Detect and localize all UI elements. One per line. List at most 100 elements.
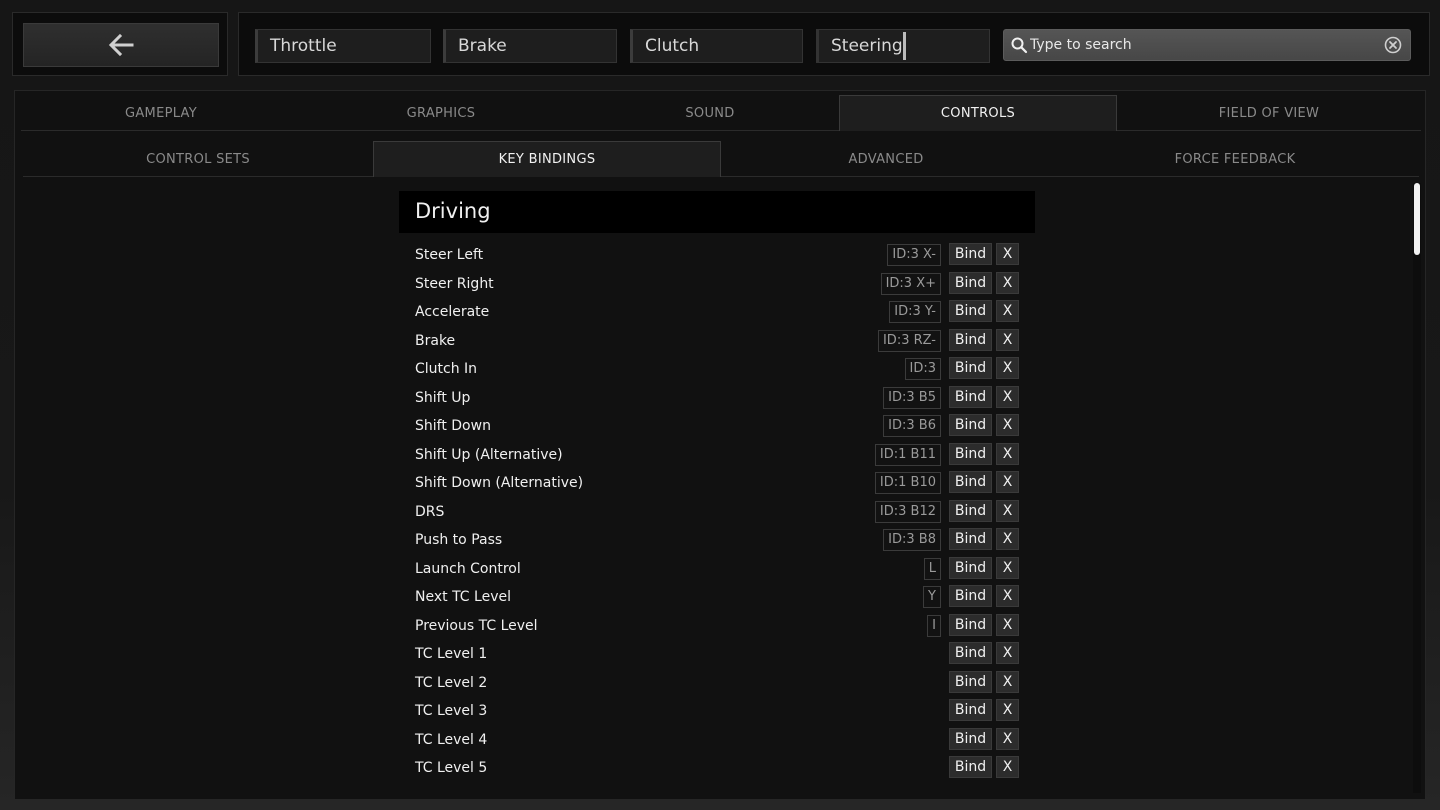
binding-row: Clutch In ID:3 Bind X <box>399 355 1035 384</box>
bind-button[interactable]: Bind <box>949 613 992 636</box>
back-button[interactable] <box>23 23 219 67</box>
bind-button[interactable]: Bind <box>949 328 992 351</box>
scroll-thumb[interactable] <box>1414 183 1420 255</box>
clear-binding-button[interactable]: X <box>996 756 1019 778</box>
arrow-left-icon <box>108 33 134 57</box>
subtab-key-bindings[interactable]: KEY BINDINGS <box>373 141 721 177</box>
binding-row: Previous TC Level I Bind X <box>399 612 1035 641</box>
binding-action-label: Accelerate <box>415 304 490 320</box>
tab-sound[interactable]: SOUND <box>581 95 839 131</box>
subtab-advanced[interactable]: ADVANCED <box>721 141 1051 177</box>
bind-button[interactable]: Bind <box>949 357 992 379</box>
binding-action-label: Launch Control <box>415 560 521 577</box>
tab-gameplay[interactable]: GAMEPLAY <box>21 95 301 131</box>
bind-button[interactable]: Bind <box>949 670 992 693</box>
bind-button[interactable]: Bind <box>949 499 992 522</box>
binding-row: TC Level 2 Bind X <box>399 669 1035 698</box>
binding-key-value: ID:3 X- <box>887 244 941 266</box>
binding-key-value: ID:3 Y- <box>889 301 941 323</box>
brake-meter: Brake <box>443 29 617 63</box>
clear-binding-button[interactable]: X <box>996 556 1019 579</box>
bind-button[interactable]: Bind <box>949 556 992 579</box>
binding-action-label: Steer Left <box>415 247 484 263</box>
scrollbar[interactable] <box>1413 183 1421 793</box>
bind-button[interactable]: Bind <box>949 442 992 465</box>
clear-binding-button[interactable]: X <box>996 243 1019 265</box>
sub-tabs: CONTROL SETS KEY BINDINGS ADVANCED FORCE… <box>23 141 1419 177</box>
clear-binding-button[interactable]: X <box>996 300 1019 322</box>
bind-button[interactable]: Bind <box>949 243 992 265</box>
clear-binding-button[interactable]: X <box>996 670 1019 693</box>
steering-label: Steering <box>831 36 903 56</box>
binding-key-value: ID:3 B6 <box>883 415 941 437</box>
binding-row: Shift Up (Alternative) ID:1 B11 Bind X <box>399 441 1035 470</box>
tab-controls[interactable]: CONTROLS <box>839 95 1117 131</box>
bind-button[interactable]: Bind <box>949 471 992 493</box>
clear-search-icon[interactable] <box>1384 36 1402 54</box>
binding-action-label: TC Level 3 <box>415 703 488 719</box>
clear-binding-button[interactable]: X <box>996 442 1019 465</box>
clear-binding-button[interactable]: X <box>996 727 1019 750</box>
clear-binding-button[interactable]: X <box>996 642 1019 664</box>
bind-button[interactable]: Bind <box>949 528 992 550</box>
binding-action-label: Clutch In <box>415 361 478 377</box>
bind-button[interactable]: Bind <box>949 585 992 607</box>
bind-button[interactable]: Bind <box>949 271 992 294</box>
binding-row: Shift Up ID:3 B5 Bind X <box>399 384 1035 413</box>
binding-key-value: ID:1 B10 <box>874 472 941 494</box>
clear-binding-button[interactable]: X <box>996 414 1019 436</box>
binding-key-value: ID:3 B12 <box>874 500 941 523</box>
clear-binding-button[interactable]: X <box>996 271 1019 294</box>
clear-binding-button[interactable]: X <box>996 471 1019 493</box>
subtab-control-sets[interactable]: CONTROL SETS <box>23 141 373 177</box>
top-bar: Throttle Brake Clutch Steering <box>12 12 1430 76</box>
clear-binding-button[interactable]: X <box>996 699 1019 721</box>
tab-field-of-view[interactable]: FIELD OF VIEW <box>1117 95 1421 131</box>
binding-action-label: TC Level 5 <box>415 760 488 776</box>
bind-button[interactable]: Bind <box>949 385 992 408</box>
binding-action-label: Next TC Level <box>415 589 511 605</box>
steering-center-marker <box>903 32 906 60</box>
binding-key-value: ID:3 RZ- <box>877 329 941 352</box>
bind-button[interactable]: Bind <box>949 756 992 778</box>
binding-row: Shift Down (Alternative) ID:1 B10 Bind X <box>399 469 1035 498</box>
bind-button[interactable]: Bind <box>949 414 992 436</box>
bind-button[interactable]: Bind <box>949 300 992 322</box>
clear-binding-button[interactable]: X <box>996 613 1019 636</box>
binding-row: Shift Down ID:3 B6 Bind X <box>399 412 1035 441</box>
binding-key-value: ID:3 B5 <box>883 386 941 409</box>
binding-row: Accelerate ID:3 Y- Bind X <box>399 298 1035 327</box>
clear-binding-button[interactable]: X <box>996 499 1019 522</box>
binding-action-label: Shift Up <box>415 389 471 406</box>
binding-action-label: Shift Down <box>415 418 491 434</box>
tab-graphics[interactable]: GRAPHICS <box>301 95 581 131</box>
binding-row: TC Level 5 Bind X <box>399 754 1035 783</box>
binding-row: TC Level 4 Bind X <box>399 726 1035 755</box>
bind-button[interactable]: Bind <box>949 699 992 721</box>
binding-key-value: Y <box>923 586 941 608</box>
binding-row: TC Level 3 Bind X <box>399 697 1035 726</box>
binding-key-value: ID:3 <box>904 358 941 380</box>
clear-binding-button[interactable]: X <box>996 328 1019 351</box>
clear-binding-button[interactable]: X <box>996 585 1019 607</box>
binding-key-value: I <box>927 614 941 637</box>
search-box <box>1003 29 1411 61</box>
clear-binding-button[interactable]: X <box>996 385 1019 408</box>
binding-action-label: DRS <box>415 503 445 520</box>
section-title: Driving <box>415 199 491 223</box>
binding-action-label: TC Level 4 <box>415 731 488 748</box>
clear-binding-button[interactable]: X <box>996 357 1019 379</box>
search-icon <box>1011 37 1028 54</box>
binding-key-value: ID:3 X+ <box>880 272 941 295</box>
bind-button[interactable]: Bind <box>949 642 992 664</box>
subtab-force-feedback[interactable]: FORCE FEEDBACK <box>1051 141 1419 177</box>
bind-button[interactable]: Bind <box>949 727 992 750</box>
search-input[interactable] <box>1030 34 1370 56</box>
section-header: Driving <box>399 191 1035 233</box>
binding-row: Next TC Level Y Bind X <box>399 583 1035 612</box>
binding-action-label: Steer Right <box>415 275 494 292</box>
binding-row: Brake ID:3 RZ- Bind X <box>399 327 1035 356</box>
binding-action-label: TC Level 1 <box>415 646 488 662</box>
clear-binding-button[interactable]: X <box>996 528 1019 550</box>
binding-row: Launch Control L Bind X <box>399 555 1035 584</box>
